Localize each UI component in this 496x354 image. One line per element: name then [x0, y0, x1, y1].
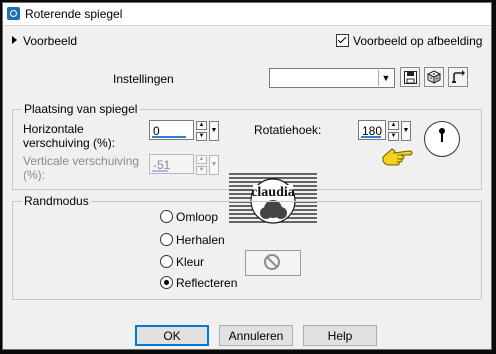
preview-on-image-label: Voorbeeld op afbeelding — [353, 34, 483, 48]
spin-down-icon[interactable]: ▼ — [388, 132, 399, 141]
vertical-shift-label-line1: Verticale verschuiving — [23, 154, 140, 168]
app-icon — [7, 7, 20, 20]
cancel-button-label: Annuleren — [228, 328, 284, 343]
vertical-shift-spinner: ▲ ▼ — [196, 155, 207, 175]
dial-needle — [439, 128, 445, 142]
spin-up-icon[interactable]: ▲ — [196, 121, 207, 130]
chevron-down-icon[interactable]: ▼ — [378, 70, 393, 86]
ok-button-label: OK — [163, 328, 181, 343]
preview-on-image-checkbox[interactable]: Voorbeeld op afbeelding — [336, 34, 482, 48]
spin-up-icon: ▲ — [196, 155, 207, 164]
placement-group-title: Plaatsing van spiegel — [22, 102, 140, 116]
title-bar: Roterende spiegel — [3, 3, 491, 26]
window-title: Roterende spiegel — [25, 7, 123, 21]
reset-arrow-icon — [451, 70, 465, 83]
randomize-button[interactable] — [424, 67, 444, 87]
preview-toggle-label: Voorbeeld — [23, 34, 78, 48]
rotation-angle-input[interactable]: 180 — [358, 120, 386, 140]
save-icon — [403, 70, 417, 84]
horizontal-shift-input[interactable]: 0 — [149, 120, 194, 140]
spin-down-icon[interactable]: ▼ — [196, 132, 207, 141]
dice-icon — [427, 70, 441, 84]
spin-down-icon: ▼ — [196, 166, 207, 175]
horizontal-shift-label-line1: Horizontale — [23, 122, 84, 136]
radio-button-selected-icon[interactable] — [160, 276, 173, 289]
horizontal-shift-label-line2: verschuiving (%): — [23, 136, 116, 150]
horizontal-shift-spinner[interactable]: ▲ ▼ — [196, 121, 207, 141]
expand-arrow-icon — [12, 36, 17, 44]
vertical-shift-input: -51 — [149, 154, 194, 174]
edge-mode-option-wrap[interactable]: Omloop — [160, 210, 218, 224]
dialog-window: Roterende spiegel Voorbeeld Voorbeeld op… — [2, 2, 492, 350]
preview-toggle[interactable]: Voorbeeld — [12, 34, 77, 48]
rotation-angle-spinner[interactable]: ▲ ▼ — [388, 121, 399, 141]
vertical-shift-label-line2: (%): — [23, 168, 45, 182]
no-sign-icon — [264, 254, 280, 270]
presets-label: Instellingen — [113, 72, 174, 86]
radio-button-icon[interactable] — [160, 210, 173, 223]
spin-up-icon[interactable]: ▲ — [388, 121, 399, 130]
save-preset-button[interactable] — [400, 67, 420, 87]
cancel-button[interactable]: Annuleren — [219, 325, 293, 346]
pointing-hand-icon — [382, 148, 413, 166]
rotation-angle-label: Rotatiehoek: — [254, 123, 322, 137]
edge-mode-option-repeat[interactable]: Herhalen — [160, 233, 225, 247]
checkbox-checked-icon[interactable] — [336, 34, 349, 47]
edge-color-swatch — [245, 250, 301, 276]
presets-dropdown[interactable]: ▼ — [269, 68, 395, 88]
watermark-text: claudia — [251, 185, 295, 200]
chevron-down-icon: ▼ — [209, 155, 219, 175]
edge-mode-group-title: Randmodus — [22, 194, 91, 208]
help-button-label: Help — [327, 328, 353, 343]
edge-mode-option-label: Reflecteren — [176, 276, 238, 290]
vertical-shift-slider-bar — [152, 170, 168, 172]
edge-mode-option-label: Herhalen — [176, 233, 225, 247]
chevron-down-icon[interactable]: ▼ — [401, 121, 411, 141]
ok-button[interactable]: OK — [135, 325, 209, 346]
reset-defaults-button[interactable] — [448, 67, 468, 87]
chevron-down-icon[interactable]: ▼ — [209, 121, 219, 141]
radio-button-icon[interactable] — [160, 255, 173, 268]
edge-mode-option-label: Kleur — [176, 255, 205, 269]
radio-button-icon[interactable] — [160, 233, 173, 246]
edge-mode-option-color[interactable]: Kleur — [160, 255, 204, 269]
rotation-dial-icon[interactable] — [424, 121, 460, 157]
edge-mode-option-reflect[interactable]: Reflecteren — [160, 276, 237, 290]
edge-mode-option-label: Omloop — [176, 210, 219, 224]
horizontal-shift-slider-bar[interactable] — [152, 136, 186, 138]
help-button[interactable]: Help — [303, 325, 377, 346]
rotation-angle-slider-bar[interactable] — [361, 136, 381, 138]
